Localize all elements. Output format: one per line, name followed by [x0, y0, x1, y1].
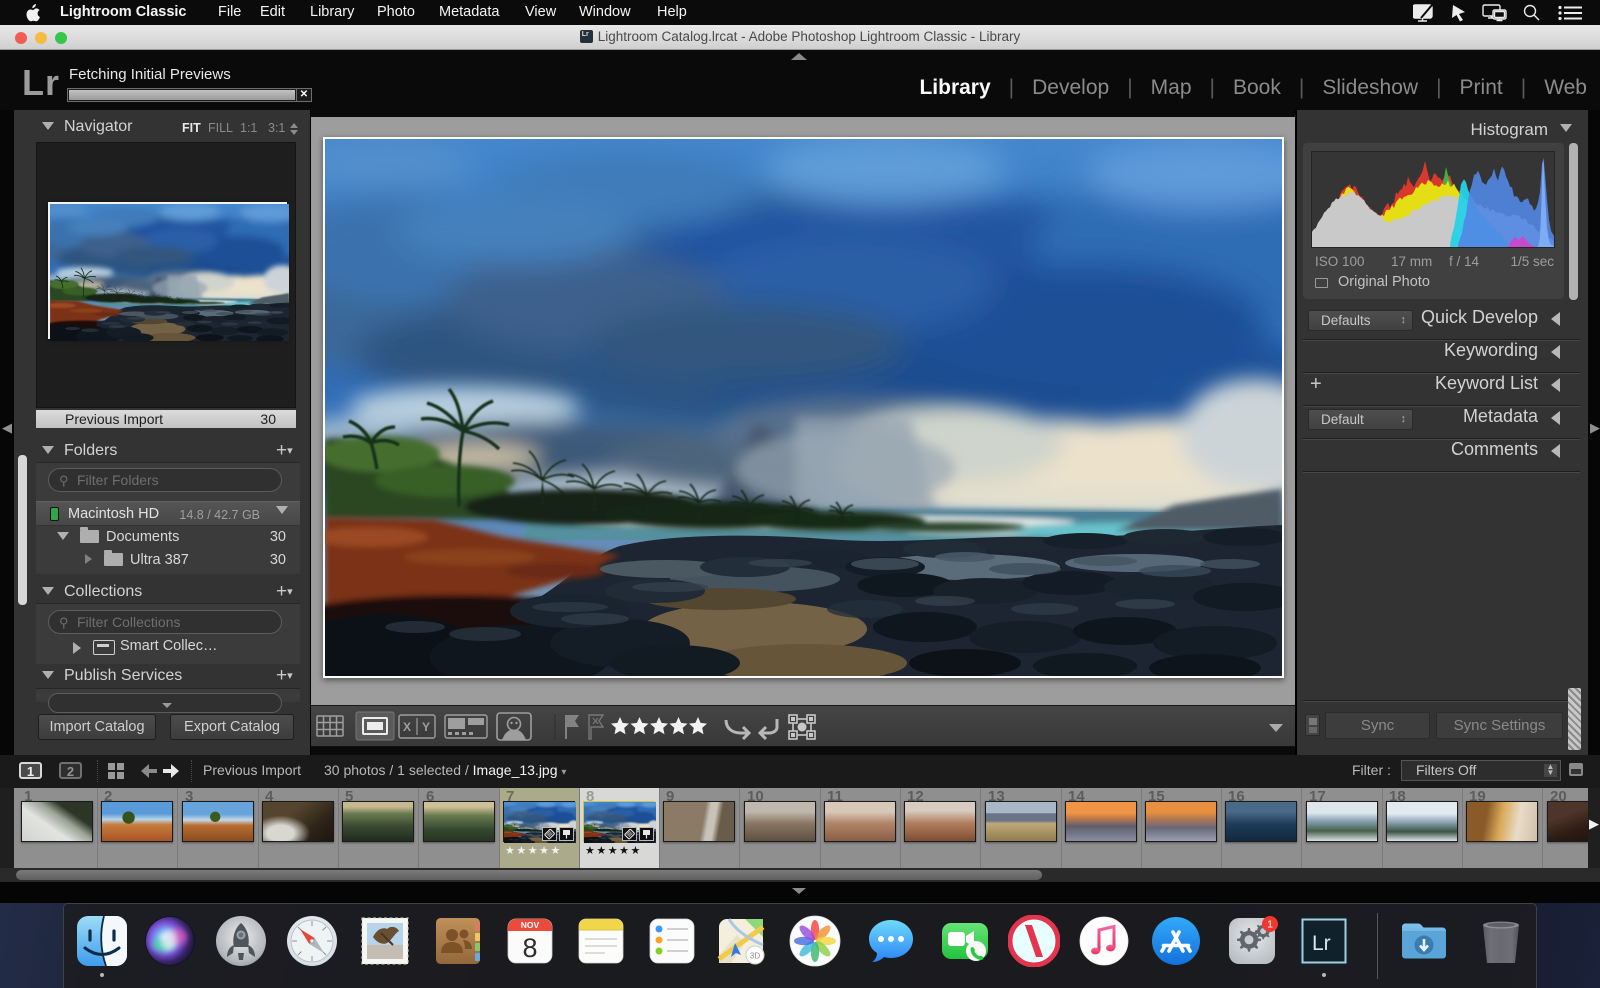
svg-text:Lr: Lr — [1312, 932, 1331, 955]
svg-text:X: X — [403, 720, 411, 734]
svg-text:NOV: NOV — [521, 920, 540, 930]
svg-text:3D: 3D — [750, 952, 760, 961]
svg-text:1: 1 — [1267, 919, 1273, 931]
svg-text:Y: Y — [422, 720, 430, 734]
svg-text:8: 8 — [522, 933, 537, 963]
